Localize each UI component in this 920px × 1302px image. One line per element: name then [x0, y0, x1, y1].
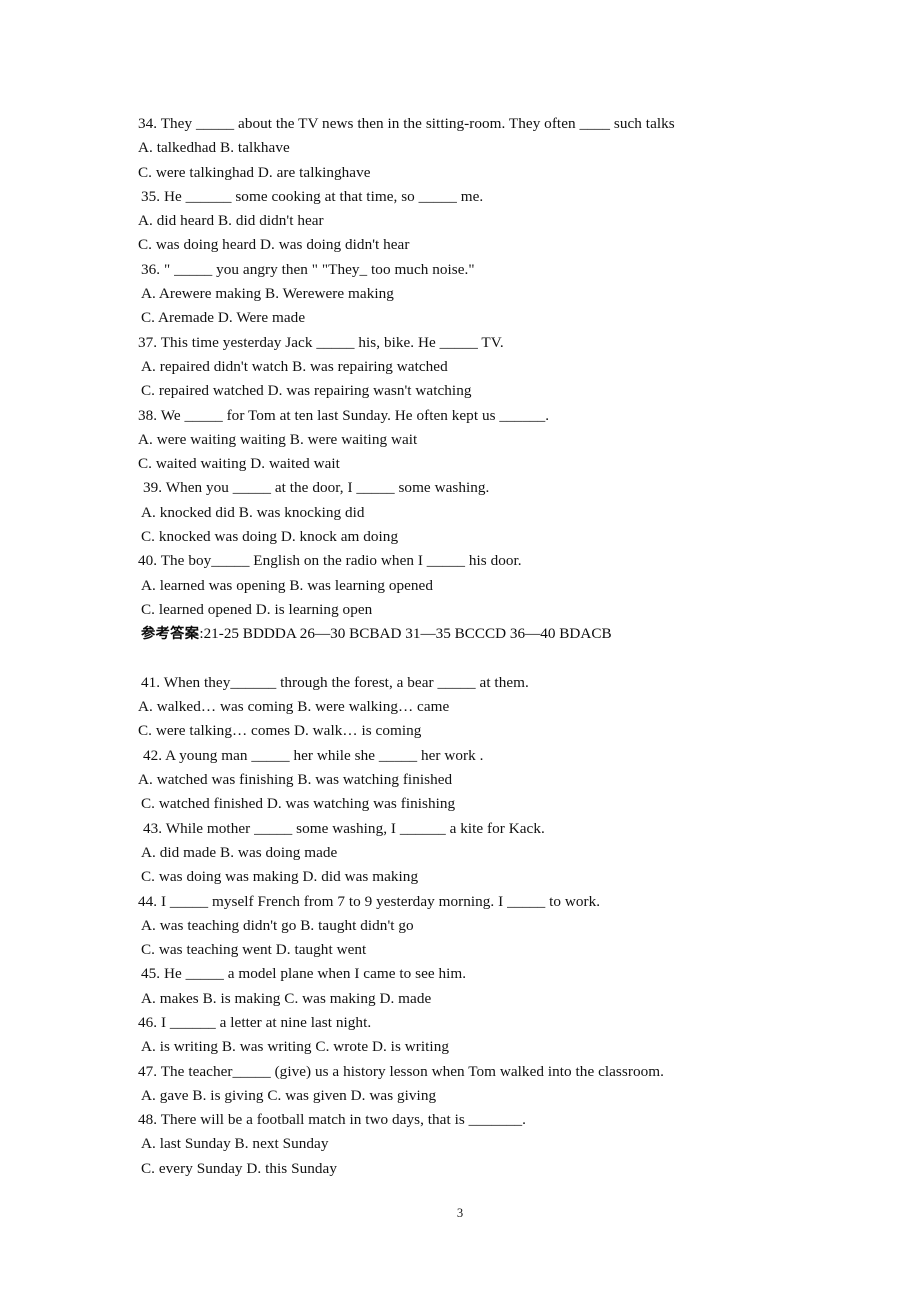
question-line: 48. There will be a football match in tw… — [138, 1111, 527, 1129]
option-line: A. makes B. is making C. was making D. m… — [141, 989, 432, 1007]
option-line: C. was doing heard D. was doing didn't h… — [138, 236, 410, 254]
option-line: A. last Sunday B. next Sunday — [141, 1135, 329, 1153]
question-line: 46. I ______ a letter at nine last night… — [138, 1013, 372, 1031]
option-line: C. repaired watched D. was repairing was… — [141, 382, 472, 400]
question-line: 41. When they______ through the forest, … — [141, 673, 529, 691]
question-line: 40. The boy_____ English on the radio wh… — [138, 552, 522, 570]
page-content: 34. They _____ about the TV news then in… — [138, 112, 798, 1181]
question-block-34-40: 34. They _____ about the TV news then in… — [138, 112, 798, 622]
option-line: C. was teaching went D. taught went — [141, 941, 367, 959]
option-line: A. talkedhad B. talkhave — [138, 139, 290, 157]
option-line: A. repaired didn't watch B. was repairin… — [141, 357, 448, 375]
question-line: 42. A young man _____ her while she ____… — [143, 746, 484, 764]
option-line: A. knocked did B. was knocking did — [141, 503, 365, 521]
question-line: 38. We _____ for Tom at ten last Sunday.… — [138, 406, 550, 424]
option-line: C. waited waiting D. waited wait — [138, 455, 340, 473]
question-line: 39. When you _____ at the door, I _____ … — [143, 479, 490, 497]
option-line: A. Arewere making B. Werewere making — [141, 285, 394, 303]
answer-key-body: :21-25 BDDDA 26—30 BCBAD 31—35 BCCCD 36—… — [199, 625, 612, 643]
option-line: A. is writing B. was writing C. wrote D.… — [141, 1038, 449, 1056]
question-block-41-48: 41. When they______ through the forest, … — [138, 671, 798, 1181]
option-line: A. did made B. was doing made — [141, 843, 338, 861]
option-line: C. Aremade D. Were made — [141, 309, 306, 327]
option-line: C. watched finished D. was watching was … — [141, 795, 456, 813]
option-line: A. learned was opening B. was learning o… — [141, 576, 433, 594]
question-line: 43. While mother _____ some washing, I _… — [143, 819, 545, 837]
option-line: C. every Sunday D. this Sunday — [141, 1159, 337, 1177]
question-line: 37. This time yesterday Jack _____ his, … — [138, 333, 504, 351]
question-line: 47. The teacher_____ (give) us a history… — [138, 1062, 664, 1080]
answer-key-line: 参考答案:21-25 BDDDA 26—30 BCBAD 31—35 BCCCD… — [138, 622, 798, 646]
option-line: C. was doing was making D. did was makin… — [141, 868, 419, 886]
question-line: 44. I _____ myself French from 7 to 9 ye… — [138, 892, 601, 910]
option-line: C. were talking… comes D. walk… is comin… — [138, 722, 422, 740]
document-page: 34. They _____ about the TV news then in… — [0, 0, 920, 1302]
question-line: 34. They _____ about the TV news then in… — [138, 115, 675, 132]
answer-key-label: 参考答案 — [141, 626, 200, 643]
question-line: 45. He _____ a model plane when I came t… — [141, 965, 467, 983]
option-line: A. were waiting waiting B. were waiting … — [138, 430, 418, 448]
option-line: A. did heard B. did didn't hear — [138, 212, 324, 230]
page-number: 3 — [456, 1206, 464, 1220]
question-line: 35. He ______ some cooking at that time,… — [141, 187, 484, 205]
option-line: C. knocked was doing D. knock am doing — [141, 528, 399, 546]
option-line: C. were talkinghad D. are talkinghave — [138, 163, 371, 181]
question-line: 36. " _____ you angry then " "They_ too … — [141, 260, 475, 278]
option-line: A. walked… was coming B. were walking… c… — [138, 698, 450, 716]
option-line: A. watched was finishing B. was watching… — [138, 771, 453, 789]
option-line: A. gave B. is giving C. was given D. was… — [141, 1086, 437, 1104]
option-line: C. learned opened D. is learning open — [141, 600, 373, 618]
option-line: A. was teaching didn't go B. taught didn… — [141, 916, 414, 934]
